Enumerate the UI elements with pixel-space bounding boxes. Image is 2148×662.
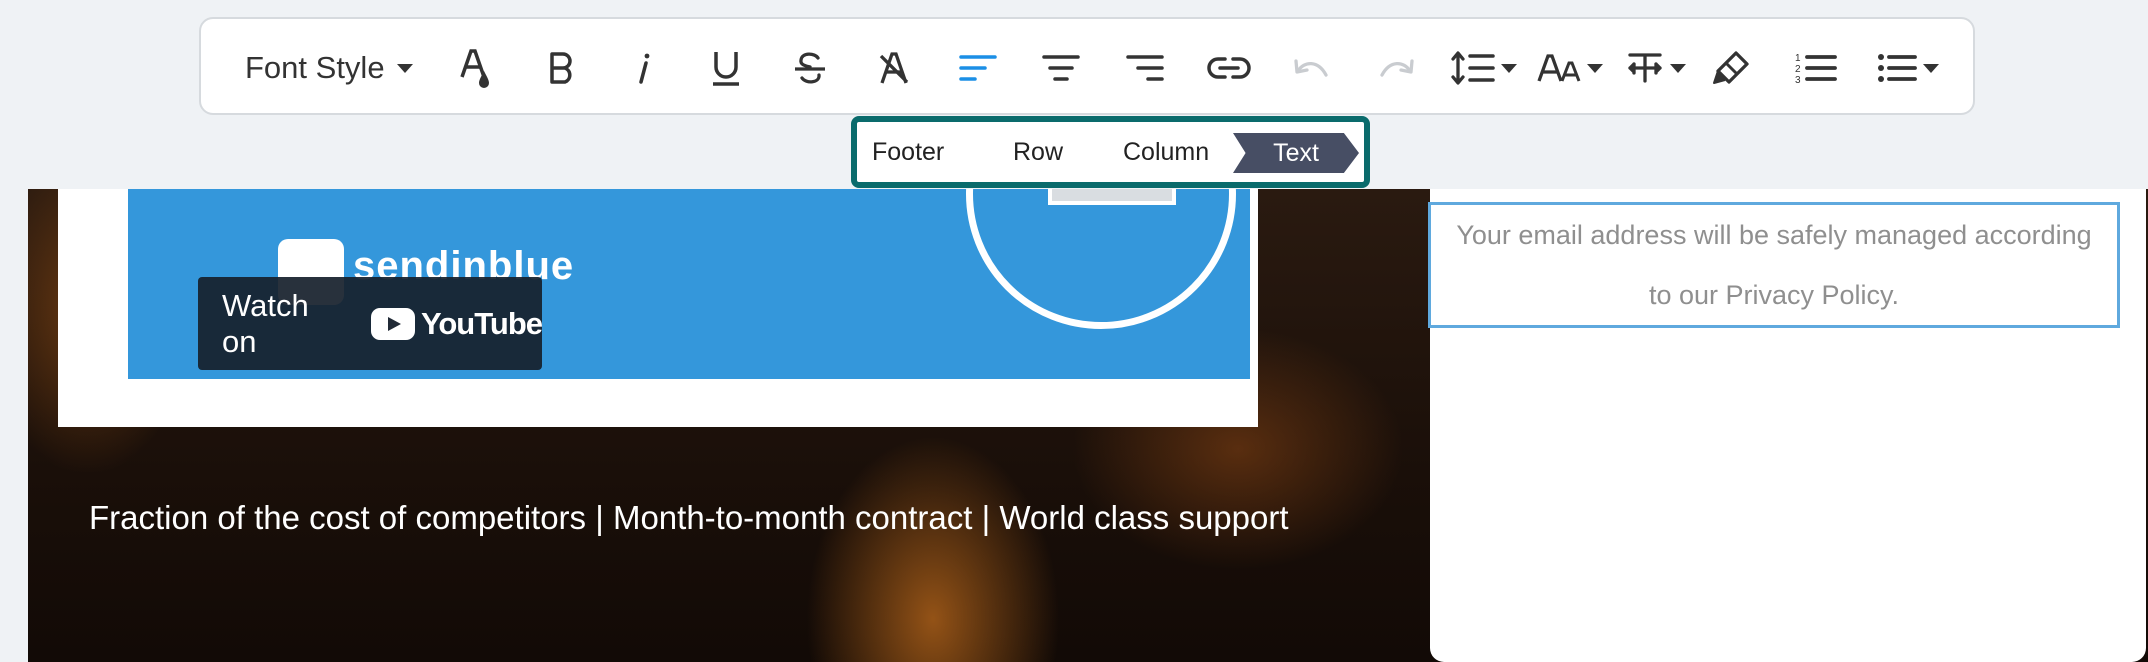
redo-button[interactable]	[1371, 19, 1421, 117]
bold-icon	[550, 52, 572, 84]
ordered-list-button[interactable]: 1 2 3	[1791, 19, 1841, 117]
line-height-dropdown[interactable]	[1449, 19, 1519, 117]
circle-graphic	[966, 189, 1236, 329]
italic-icon	[639, 53, 650, 84]
clear-format-icon	[879, 52, 909, 84]
tagline-text[interactable]: Fraction of the cost of competitors | Mo…	[89, 491, 1289, 545]
svg-text:2: 2	[1795, 64, 1801, 75]
align-right-icon	[1126, 55, 1164, 81]
breadcrumb-item-text[interactable]: Text	[1233, 133, 1359, 173]
underline-icon	[713, 52, 739, 86]
font-size-dropdown[interactable]	[1535, 19, 1605, 117]
underline-button[interactable]	[701, 19, 751, 117]
text-formatting-toolbar: Font Style 1 2 3	[199, 17, 1975, 115]
breadcrumb-item-row[interactable]: Row	[1013, 122, 1063, 182]
strikethrough-button[interactable]	[785, 19, 835, 117]
letter-spacing-icon	[1628, 53, 1662, 83]
video-thumbnail[interactable]: sendinblue Watch on YouTube	[128, 189, 1250, 379]
chevron-down-icon	[1587, 63, 1603, 73]
breadcrumb-item-footer[interactable]: Footer	[872, 122, 944, 182]
video-block[interactable]: sendinblue Watch on YouTube	[58, 189, 1258, 427]
privacy-text: Your email address will be safely manage…	[1456, 220, 2092, 310]
undo-icon	[1294, 59, 1328, 77]
font-style-label: Font Style	[245, 50, 385, 85]
align-center-button[interactable]	[1036, 19, 1086, 117]
chevron-down-icon	[1501, 63, 1517, 73]
privacy-text-block[interactable]: Your email address will be safely manage…	[1428, 202, 2120, 328]
link-icon	[1207, 57, 1251, 79]
line-height-icon	[1451, 51, 1495, 85]
align-left-button[interactable]	[953, 19, 1003, 117]
youtube-play-icon	[371, 307, 415, 340]
clear-format-button[interactable]	[869, 19, 919, 117]
bold-button[interactable]	[536, 19, 586, 117]
undo-button[interactable]	[1287, 19, 1337, 117]
youtube-wordmark: YouTube	[421, 305, 543, 341]
font-style-dropdown[interactable]: Font Style	[245, 19, 425, 117]
text-color-icon	[460, 49, 489, 88]
highlight-icon	[1713, 51, 1749, 84]
link-button[interactable]	[1204, 19, 1254, 117]
svg-text:1: 1	[1795, 53, 1801, 64]
chevron-down-icon	[1670, 63, 1686, 73]
breadcrumb: Footer Row Column Text	[851, 116, 1370, 188]
align-right-button[interactable]	[1120, 19, 1170, 117]
ordered-list-icon: 1 2 3	[1795, 53, 1837, 85]
redo-icon	[1380, 59, 1414, 77]
font-size-icon	[1537, 54, 1581, 82]
letter-spacing-dropdown[interactable]	[1621, 19, 1691, 117]
chevron-down-icon	[1923, 63, 1939, 73]
watch-on-youtube-button[interactable]: Watch on YouTube	[198, 277, 543, 370]
italic-button[interactable]	[619, 19, 669, 117]
text-color-button[interactable]	[451, 19, 501, 117]
breadcrumb-item-column[interactable]: Column	[1123, 122, 1209, 182]
unordered-list-dropdown[interactable]	[1873, 19, 1943, 117]
svg-text:3: 3	[1795, 75, 1801, 85]
thumbnail-graphic	[1048, 189, 1176, 205]
align-left-icon	[959, 55, 997, 81]
highlight-button[interactable]	[1706, 19, 1756, 117]
strikethrough-icon	[795, 52, 825, 84]
youtube-logo: YouTube	[371, 305, 543, 342]
align-center-icon	[1042, 55, 1080, 81]
unordered-list-icon	[1878, 54, 1917, 82]
watch-on-label: Watch on	[222, 287, 309, 359]
chevron-down-icon	[396, 63, 413, 73]
